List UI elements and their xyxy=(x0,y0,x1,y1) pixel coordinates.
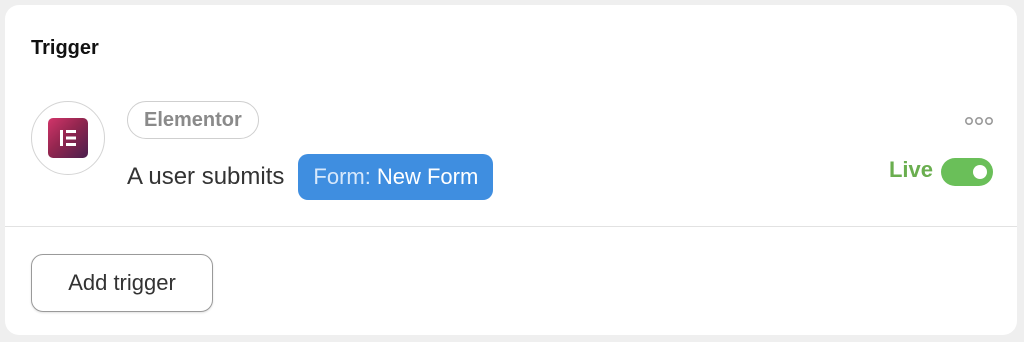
toggle-knob xyxy=(973,165,987,179)
more-dots-icon xyxy=(964,116,993,126)
trigger-card: Trigger Elementor A user submits Form: N… xyxy=(5,5,1017,335)
status-label: Live xyxy=(888,157,933,182)
trigger-description: A user submits Form: New Form xyxy=(127,154,494,200)
field-chip-value: New Form xyxy=(376,164,479,189)
elementor-logo-icon xyxy=(48,118,88,158)
divider xyxy=(5,226,1017,227)
form-field-chip[interactable]: Form: New Form xyxy=(298,154,494,200)
section-title: Trigger xyxy=(31,37,99,59)
add-trigger-button[interactable]: Add trigger xyxy=(31,254,213,312)
app-name-badge: Elementor xyxy=(127,101,259,139)
field-chip-key: Form: xyxy=(313,164,371,189)
app-logo xyxy=(31,101,105,175)
more-options-button[interactable] xyxy=(963,113,995,129)
trigger-sentence-text: A user submits xyxy=(127,163,285,190)
live-toggle[interactable] xyxy=(941,158,993,186)
